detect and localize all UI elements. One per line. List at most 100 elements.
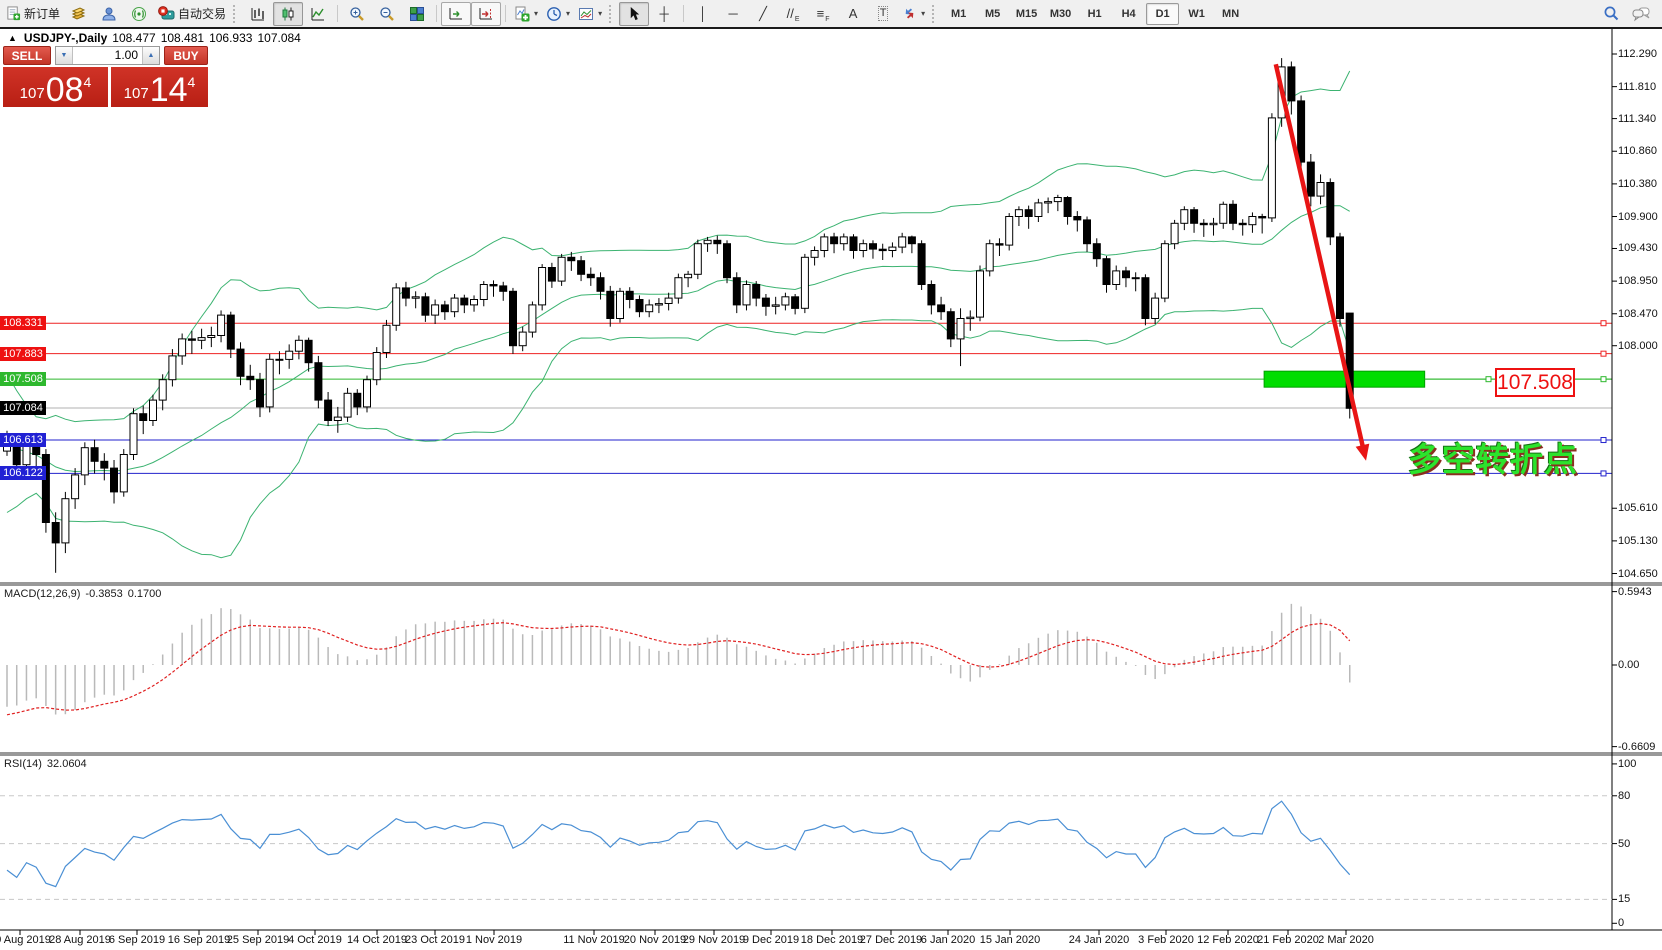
chat-button[interactable] — [1626, 2, 1656, 26]
search-button[interactable] — [1596, 2, 1626, 26]
arrows-dropdown-caret[interactable]: ▾ — [921, 9, 925, 18]
candle — [578, 256, 585, 281]
timeframe-M30[interactable]: M30 — [1044, 3, 1077, 25]
toolbar-grip[interactable] — [609, 5, 616, 23]
indicators-dropdown-caret[interactable]: ▾ — [534, 9, 538, 18]
periods-dropdown-caret[interactable]: ▾ — [566, 9, 570, 18]
price-badge: 106.613 — [0, 433, 46, 447]
toolbar-grip[interactable] — [932, 5, 939, 23]
buy-price-display[interactable]: 107 14 4 — [111, 67, 208, 107]
templates-dropdown-caret[interactable]: ▾ — [598, 9, 602, 18]
hline-handle[interactable] — [1601, 438, 1606, 443]
candle — [607, 286, 614, 327]
market-watch-button[interactable] — [64, 2, 94, 26]
hline-handle[interactable] — [1601, 321, 1606, 326]
candle — [208, 327, 215, 347]
candle — [198, 329, 205, 349]
rsi-line — [7, 801, 1350, 886]
candle — [266, 354, 273, 413]
signals-button[interactable] — [124, 2, 154, 26]
timeframe-M1[interactable]: M1 — [942, 3, 975, 25]
buy-button[interactable]: BUY — [164, 46, 208, 65]
highlight-zone[interactable] — [1264, 371, 1425, 387]
candle — [762, 294, 769, 316]
toolbar-grip[interactable] — [233, 5, 240, 23]
price-flag-annotation[interactable]: 107.508 — [1495, 368, 1575, 397]
channel-tool-button[interactable]: //E — [778, 2, 808, 26]
bar-chart-icon — [250, 6, 266, 22]
volume-input[interactable]: 1.00 — [73, 47, 142, 64]
crosshair-icon: ┼ — [659, 7, 668, 20]
timeframe-D1[interactable]: D1 — [1146, 3, 1179, 25]
market-watch-icon — [71, 6, 87, 22]
flag-handle[interactable] — [1486, 377, 1491, 382]
arrows-tool-button[interactable]: ▾ — [898, 2, 929, 26]
chart-shift-button[interactable] — [471, 2, 501, 26]
text-label-tool-button[interactable]: T — [868, 2, 898, 26]
date-axis-label: 3 Feb 2020 — [1124, 934, 1208, 946]
crosshair-tool-button[interactable]: ┼ — [649, 2, 679, 26]
sell-button[interactable]: SELL — [3, 46, 51, 65]
community-button[interactable] — [94, 2, 124, 26]
candle — [617, 288, 624, 323]
candle — [500, 282, 507, 301]
date-axis-label: 2 Mar 2020 — [1304, 934, 1388, 946]
price-axis-label: 109.900 — [1618, 211, 1658, 224]
turning-point-annotation[interactable]: 多空转折点 — [1408, 433, 1578, 481]
volume-decrease-button[interactable]: ▼ — [56, 47, 73, 64]
auto-scroll-button[interactable] — [441, 2, 471, 26]
horizontal-line-tool-button[interactable]: ─ — [718, 2, 748, 26]
bar-chart-mode-button[interactable] — [243, 2, 273, 26]
indicators-button[interactable]: ▾ — [510, 2, 542, 26]
candle — [169, 349, 176, 386]
candle — [286, 344, 293, 368]
periods-button[interactable]: ▾ — [542, 2, 574, 26]
candle — [344, 388, 351, 422]
auto-scroll-icon — [448, 6, 464, 22]
candle — [899, 233, 906, 253]
fibonacci-tool-button[interactable]: ≡F — [808, 2, 838, 26]
timeframe-H1[interactable]: H1 — [1078, 3, 1111, 25]
tile-windows-button[interactable] — [402, 2, 432, 26]
candle — [918, 240, 925, 290]
macd-axis-label: 0.00 — [1618, 659, 1639, 672]
flag-handle[interactable] — [1601, 377, 1606, 382]
volume-increase-button[interactable]: ▲ — [142, 47, 159, 64]
auto-trading-button[interactable]: 自动交易 — [154, 2, 230, 26]
candle — [801, 254, 808, 313]
candle — [490, 280, 497, 296]
timeframe-H4[interactable]: H4 — [1112, 3, 1145, 25]
zoom-out-button[interactable] — [372, 2, 402, 26]
candle — [305, 338, 312, 372]
timeframe-W1[interactable]: W1 — [1180, 3, 1213, 25]
candlestick-mode-button[interactable] — [273, 2, 303, 26]
price-axis-label: 110.860 — [1618, 145, 1657, 158]
price-axis-label: 111.340 — [1618, 113, 1656, 126]
clock-icon — [546, 6, 562, 22]
sell-price-display[interactable]: 107 08 4 — [3, 67, 108, 107]
candle — [1152, 293, 1159, 324]
price-axis-label: 109.430 — [1618, 242, 1658, 255]
zoom-in-button[interactable] — [342, 2, 372, 26]
candle — [325, 392, 332, 426]
date-axis-label: 14 Oct 2019 — [335, 934, 419, 946]
candle — [879, 244, 886, 260]
date-axis-label: 28 Aug 2019 — [38, 934, 122, 946]
text-label-icon: T — [878, 6, 889, 21]
trend-arrow[interactable] — [1276, 64, 1364, 449]
trade-panel-toggle-icon[interactable]: ▲ — [8, 33, 17, 43]
trendline-tool-button[interactable]: ╱ — [748, 2, 778, 26]
templates-button[interactable]: ▾ — [574, 2, 606, 26]
date-axis-label: 25 Sep 2019 — [216, 934, 300, 946]
line-chart-mode-button[interactable] — [303, 2, 333, 26]
timeframe-M5[interactable]: M5 — [976, 3, 1009, 25]
cursor-tool-button[interactable] — [619, 2, 649, 26]
text-tool-button[interactable]: A — [838, 2, 868, 26]
new-order-button[interactable]: 新订单 — [2, 2, 64, 26]
hline-handle[interactable] — [1601, 471, 1606, 476]
timeframe-MN[interactable]: MN — [1214, 3, 1247, 25]
timeframe-M15[interactable]: M15 — [1010, 3, 1043, 25]
vertical-line-tool-button[interactable]: │ — [688, 2, 718, 26]
hline-handle[interactable] — [1601, 351, 1606, 356]
candle — [373, 347, 380, 385]
